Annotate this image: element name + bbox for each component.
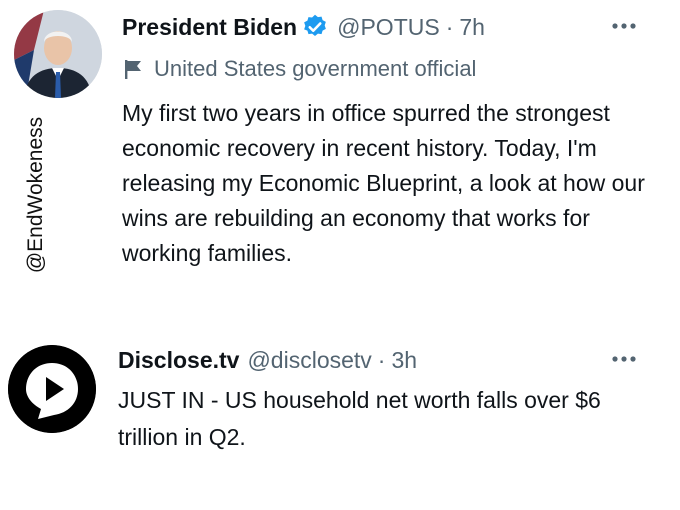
tweet-header: President Biden @POTUS · 7h <box>122 12 485 42</box>
government-label-text: United States government official <box>154 56 477 81</box>
verified-badge-icon <box>304 14 326 36</box>
tweet-header: Disclose.tv @disclosetv · 3h <box>118 345 417 375</box>
more-options-icon[interactable] <box>610 14 638 38</box>
government-label[interactable]: United States government official <box>122 56 476 82</box>
author-handle[interactable]: @POTUS <box>337 14 440 41</box>
timestamp[interactable]: 7h <box>459 14 485 41</box>
play-logo-icon <box>8 345 96 433</box>
avatar[interactable] <box>8 345 96 433</box>
tweet-disclosetv[interactable]: Disclose.tv @disclosetv · 3h JUST IN - U… <box>0 335 680 510</box>
separator-dot: · <box>377 346 386 373</box>
author-name[interactable]: Disclose.tv <box>118 347 239 374</box>
more-options-icon[interactable] <box>610 347 638 371</box>
flag-icon <box>125 60 141 79</box>
timestamp[interactable]: 3h <box>391 347 417 374</box>
tweet-potus[interactable]: President Biden @POTUS · 7h United State… <box>0 0 680 320</box>
tweet-text: My first two years in office spurred the… <box>122 100 645 266</box>
author-handle[interactable]: @disclosetv <box>247 347 371 374</box>
tweet-text: JUST IN - US household net worth falls o… <box>118 387 601 450</box>
author-name[interactable]: President Biden <box>122 14 297 41</box>
separator-dot: · <box>445 13 454 40</box>
watermark-handle: @EndWokeness <box>24 116 47 274</box>
